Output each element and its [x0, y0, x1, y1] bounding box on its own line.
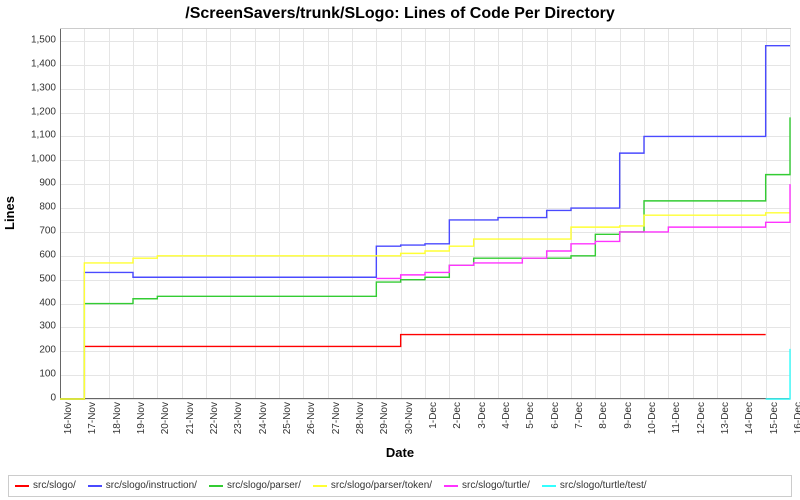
x-tick-label: 24-Nov [258, 402, 269, 434]
x-axis-label: Date [0, 445, 800, 460]
legend-label: src/slogo/parser/token/ [331, 479, 432, 493]
legend-swatch [88, 485, 102, 487]
series-line [766, 349, 790, 399]
y-tick-label: 400 [16, 297, 56, 308]
x-tick-label: 19-Nov [136, 402, 147, 434]
legend-swatch [542, 485, 556, 487]
x-tick-label: 4-Dec [501, 402, 512, 429]
chart-container: /ScreenSavers/trunk/SLogo: Lines of Code… [0, 0, 800, 500]
y-tick-label: 1,500 [16, 34, 56, 45]
y-axis-label: Lines [2, 196, 17, 230]
legend-item: src/slogo/instruction/ [88, 479, 197, 493]
x-tick-label: 30-Nov [404, 402, 415, 434]
x-tick-label: 20-Nov [160, 402, 171, 434]
x-tick-label: 26-Nov [306, 402, 317, 434]
legend-swatch [15, 485, 29, 487]
y-tick-label: 600 [16, 249, 56, 260]
y-tick-label: 1,000 [16, 154, 56, 165]
x-tick-label: 2-Dec [452, 402, 463, 429]
x-tick-label: 23-Nov [233, 402, 244, 434]
x-tick-label: 13-Dec [720, 402, 731, 434]
series-line [376, 184, 790, 278]
x-tick-label: 10-Dec [647, 402, 658, 434]
legend-swatch [444, 485, 458, 487]
legend-item: src/slogo/turtle/ [444, 479, 530, 493]
legend-label: src/slogo/ [33, 479, 76, 493]
y-tick-label: 100 [16, 369, 56, 380]
y-tick-label: 1,200 [16, 106, 56, 117]
x-tick-label: 12-Dec [696, 402, 707, 434]
x-tick-label: 1-Dec [428, 402, 439, 429]
x-tick-label: 17-Nov [87, 402, 98, 434]
x-tick-label: 7-Dec [574, 402, 585, 429]
series-line [60, 335, 766, 399]
x-tick-label: 21-Nov [185, 402, 196, 434]
x-tick-label: 16-Nov [63, 402, 74, 434]
x-tick-label: 3-Dec [477, 402, 488, 429]
series-line [60, 117, 790, 399]
x-tick-label: 5-Dec [525, 402, 536, 429]
y-tick-label: 500 [16, 273, 56, 284]
legend-label: src/slogo/turtle/ [462, 479, 530, 493]
series-line [60, 213, 790, 399]
legend-swatch [313, 485, 327, 487]
y-tick-label: 1,100 [16, 130, 56, 141]
y-tick-label: 800 [16, 202, 56, 213]
legend: src/slogo/src/slogo/instruction/src/slog… [8, 475, 792, 497]
x-tick-label: 29-Nov [379, 402, 390, 434]
x-tick-label: 9-Dec [623, 402, 634, 429]
x-tick-label: 22-Nov [209, 402, 220, 434]
plot-area [60, 28, 791, 399]
legend-label: src/slogo/instruction/ [106, 479, 197, 493]
legend-item: src/slogo/ [15, 479, 76, 493]
gridline-h [60, 399, 790, 400]
x-tick-label: 11-Dec [671, 402, 682, 434]
y-tick-label: 0 [16, 393, 56, 404]
y-tick-label: 200 [16, 345, 56, 356]
legend-item: src/slogo/parser/ [209, 479, 301, 493]
x-tick-label: 27-Nov [331, 402, 342, 434]
legend-item: src/slogo/turtle/test/ [542, 479, 647, 493]
y-tick-label: 300 [16, 321, 56, 332]
y-tick-label: 1,300 [16, 82, 56, 93]
legend-swatch [209, 485, 223, 487]
x-tick-label: 6-Dec [550, 402, 561, 429]
legend-label: src/slogo/turtle/test/ [560, 479, 647, 493]
legend-label: src/slogo/parser/ [227, 479, 301, 493]
chart-title: /ScreenSavers/trunk/SLogo: Lines of Code… [0, 5, 800, 23]
chart-lines [60, 29, 790, 399]
y-tick-label: 700 [16, 225, 56, 236]
x-tick-label: 18-Nov [112, 402, 123, 434]
y-tick-label: 1,400 [16, 58, 56, 69]
x-tick-label: 28-Nov [355, 402, 366, 434]
x-tick-label: 15-Dec [769, 402, 780, 434]
x-tick-label: 8-Dec [598, 402, 609, 429]
x-tick-label: 16-Dec [793, 402, 800, 434]
y-tick-label: 900 [16, 178, 56, 189]
x-tick-label: 25-Nov [282, 402, 293, 434]
legend-item: src/slogo/parser/token/ [313, 479, 432, 493]
x-tick-label: 14-Dec [744, 402, 755, 434]
